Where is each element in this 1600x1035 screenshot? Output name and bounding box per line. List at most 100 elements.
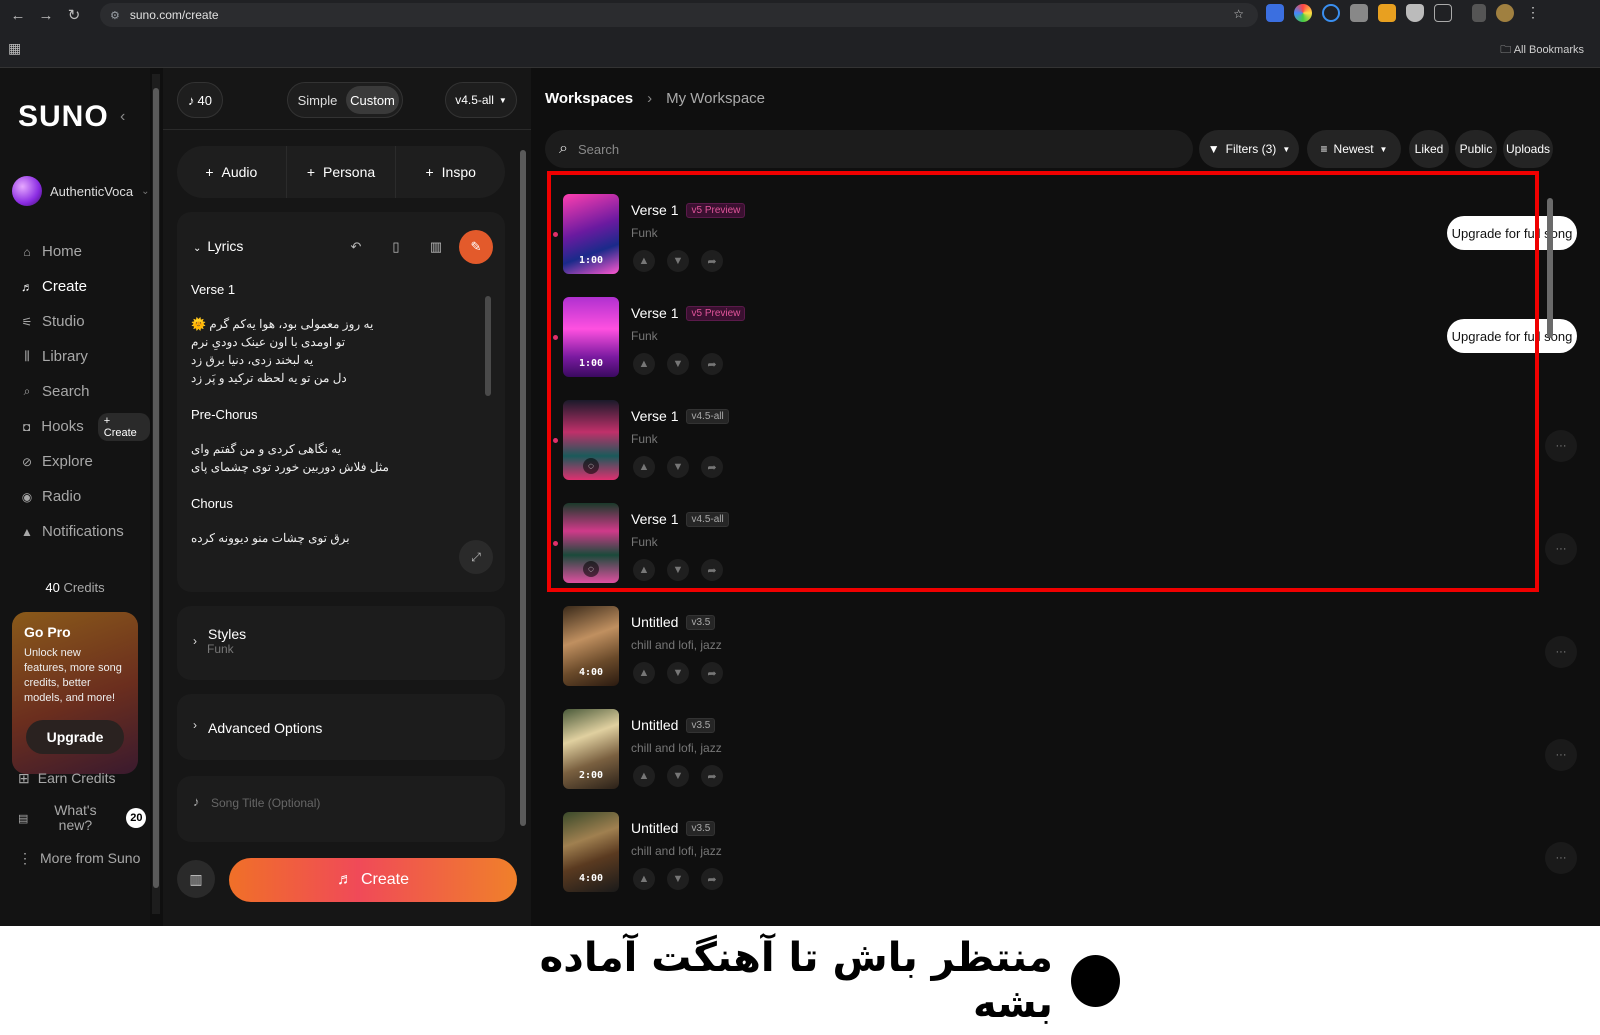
thumbs-up-icon[interactable]: ▲ — [633, 765, 655, 787]
expand-icon[interactable]: ⤢ — [459, 540, 493, 574]
create-button[interactable]: ♬ Create — [229, 858, 517, 902]
song-cover[interactable]: 2:00 — [563, 709, 619, 789]
model-select[interactable]: v4.5-all ▼ — [445, 82, 517, 118]
thumbs-up-icon[interactable]: ▲ — [633, 353, 655, 375]
thumbs-down-icon[interactable]: ▼ — [667, 662, 689, 684]
lyrics-textarea[interactable]: Verse 1 یه روز معمولی بود، هوا یه‌کم گرم… — [191, 282, 481, 567]
sidebar-item-notifications[interactable]: ▲ Notifications — [20, 514, 150, 549]
share-icon[interactable]: ➦ — [701, 456, 723, 478]
thumbs-down-icon[interactable]: ▼ — [667, 353, 689, 375]
sidebar-scrollbar[interactable] — [152, 74, 160, 914]
collapse-sidebar-icon[interactable]: ‹ — [120, 108, 125, 126]
sidebar-item-create[interactable]: ♬ Create — [20, 269, 150, 304]
song-row[interactable]: ◌ Verse 1 v4.5-all Funk ▲ ▼ ➦ ··· — [545, 382, 1577, 484]
reading-list-icon[interactable] — [1472, 4, 1486, 22]
search-input[interactable]: ⌕ Search — [545, 130, 1193, 168]
undo-icon[interactable]: ↶ — [339, 230, 373, 264]
song-row[interactable]: 2:00 Untitled v3.5 chill and lofi, jazz ▲… — [545, 691, 1577, 793]
puzzle-icon[interactable] — [1434, 4, 1452, 22]
upgrade-full-song-button[interactable]: Upgrade for full song — [1447, 216, 1577, 250]
apps-grid-icon[interactable]: ▦ — [8, 40, 21, 57]
add-audio-button[interactable]: + Audio — [177, 146, 287, 198]
copy-icon[interactable]: ▯ — [379, 230, 413, 264]
song-cover[interactable]: 1:00 — [563, 194, 619, 274]
back-icon[interactable]: ← — [4, 1, 32, 29]
sidebar-item-radio[interactable]: ◉ Radio — [20, 479, 150, 514]
sidebar-item-hooks[interactable]: ◘ Hooks + Create — [20, 409, 150, 444]
extension-icon[interactable] — [1266, 4, 1284, 22]
lyrics-toggle[interactable]: ⌄ Lyrics — [193, 238, 243, 254]
song-cover[interactable]: 1:00 — [563, 297, 619, 377]
site-info-icon[interactable]: ⚙ — [110, 9, 120, 22]
song-row[interactable]: 4:00 Untitled v3.5 chill and lofi, jazz ▲… — [545, 588, 1577, 690]
song-row[interactable]: 1:00 Verse 1 v5 Preview Funk ▲ ▼ ➦ Upgrade … — [545, 176, 1577, 278]
thumbs-down-icon[interactable]: ▼ — [667, 559, 689, 581]
song-title[interactable]: Untitled v3.5 — [631, 614, 716, 630]
song-title[interactable]: Verse 1 v4.5-all — [631, 408, 729, 424]
thumbs-up-icon[interactable]: ▲ — [633, 559, 655, 581]
user-menu[interactable]: AuthenticVoca ⌄ — [12, 176, 150, 206]
all-bookmarks[interactable]: 🗀 All Bookmarks — [1500, 41, 1584, 60]
share-icon[interactable]: ➦ — [701, 765, 723, 787]
thumbs-up-icon[interactable]: ▲ — [633, 868, 655, 890]
advanced-options-card[interactable]: › Advanced Options — [177, 694, 505, 760]
extension-icon[interactable] — [1294, 4, 1312, 22]
profile-avatar[interactable] — [1496, 4, 1514, 22]
song-title[interactable]: Verse 1 v5 Preview — [631, 202, 746, 218]
hooks-create-button[interactable]: + Create — [97, 412, 150, 441]
thumbs-up-icon[interactable]: ▲ — [633, 662, 655, 684]
thumbs-down-icon[interactable]: ▼ — [667, 250, 689, 272]
suno-logo[interactable]: SUNO — [18, 100, 109, 134]
extension-icon[interactable] — [1322, 4, 1340, 22]
thumbs-down-icon[interactable]: ▼ — [667, 765, 689, 787]
public-filter[interactable]: Public — [1455, 130, 1497, 168]
upgrade-button[interactable]: Upgrade — [26, 720, 124, 754]
share-icon[interactable]: ➦ — [701, 662, 723, 684]
thumbs-down-icon[interactable]: ▼ — [667, 868, 689, 890]
sidebar-item-search[interactable]: ⌕ Search — [20, 374, 150, 409]
song-row[interactable]: 1:00 Verse 1 v5 Preview Funk ▲ ▼ ➦ Upgrade … — [545, 279, 1577, 381]
mode-simple[interactable]: Simple — [291, 86, 344, 114]
song-row[interactable]: 4:00 Untitled v3.5 chill and lofi, jazz ▲… — [545, 794, 1577, 896]
filters-button[interactable]: ▼ Filters (3) ▼ — [1199, 130, 1299, 168]
song-title[interactable]: Verse 1 v5 Preview — [631, 305, 746, 321]
upgrade-full-song-button[interactable]: Upgrade for full song — [1447, 319, 1577, 353]
thumbs-down-icon[interactable]: ▼ — [667, 456, 689, 478]
share-icon[interactable]: ➦ — [701, 250, 723, 272]
reload-icon[interactable]: ↻ — [60, 1, 88, 29]
song-title[interactable]: Verse 1 v4.5-all — [631, 511, 729, 527]
song-title-field[interactable]: ♪ Song Title (Optional) — [177, 776, 505, 842]
liked-filter[interactable]: Liked — [1409, 130, 1449, 168]
share-icon[interactable]: ➦ — [701, 868, 723, 890]
lyrics-scrollbar[interactable] — [485, 296, 491, 396]
song-cover[interactable]: ◌ — [563, 400, 619, 480]
song-title[interactable]: Untitled v3.5 — [631, 820, 716, 836]
uploads-filter[interactable]: Uploads — [1503, 130, 1553, 168]
clear-button[interactable]: ▥ — [177, 860, 215, 898]
share-icon[interactable]: ➦ — [701, 353, 723, 375]
add-inspo-button[interactable]: + Inspo — [396, 146, 505, 198]
forward-icon[interactable]: → — [32, 1, 60, 29]
add-persona-button[interactable]: + Persona — [287, 146, 397, 198]
extension-icon[interactable] — [1350, 4, 1368, 22]
sidebar-item-home[interactable]: ⌂ Home — [20, 234, 150, 269]
styles-card[interactable]: › Styles Funk — [177, 606, 505, 680]
extension-icon[interactable] — [1378, 4, 1396, 22]
sidebar-item-explore[interactable]: ⊘ Explore — [20, 444, 150, 479]
song-cover[interactable]: ◌ — [563, 503, 619, 583]
breadcrumb-workspaces[interactable]: Workspaces — [545, 90, 633, 107]
magic-wand-icon[interactable]: ✎ — [459, 230, 493, 264]
credits-pill[interactable]: ♪ 40 — [177, 82, 223, 118]
mode-custom[interactable]: Custom — [346, 86, 399, 114]
song-cover[interactable]: 4:00 — [563, 812, 619, 892]
share-icon[interactable]: ➦ — [701, 559, 723, 581]
bookmark-star-icon[interactable]: ☆ — [1233, 7, 1244, 21]
earn-credits-link[interactable]: ⊞ Earn Credits — [18, 760, 146, 796]
thumbs-up-icon[interactable]: ▲ — [633, 456, 655, 478]
trash-icon[interactable]: ▥ — [419, 230, 453, 264]
whats-new-link[interactable]: ▤ What's new? 20 — [18, 796, 147, 840]
create-panel-scrollbar[interactable] — [519, 134, 527, 842]
menu-dots-icon[interactable]: ⋮ — [1524, 4, 1542, 22]
sort-button[interactable]: ≡ Newest ▼ — [1307, 130, 1401, 168]
song-title[interactable]: Untitled v3.5 — [631, 717, 716, 733]
